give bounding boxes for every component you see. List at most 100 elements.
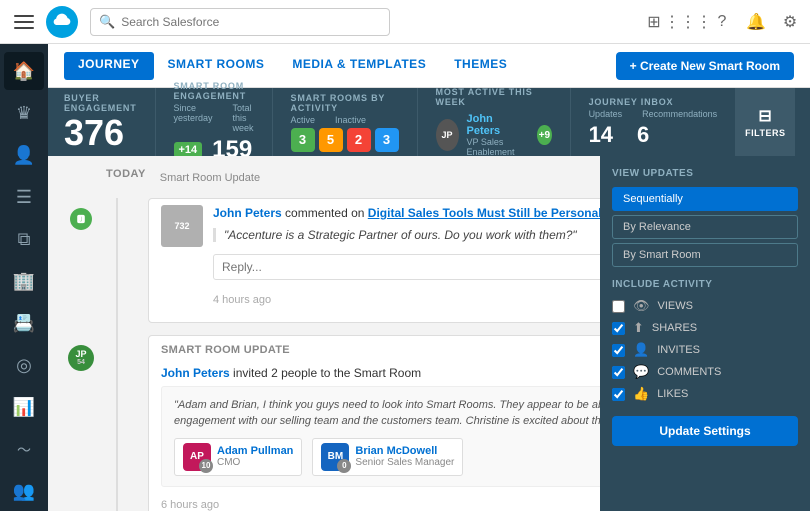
filter-panel: View Updates Sequentially By Relevance B… xyxy=(600,156,810,511)
person-name-1[interactable]: Adam Pullman xyxy=(217,445,293,457)
likes-label: LIKES xyxy=(657,388,688,400)
filter-row-invites: 👤 INVITES xyxy=(612,342,798,358)
shares-checkbox[interactable] xyxy=(612,322,625,335)
comments-label: COMMENTS xyxy=(657,366,721,378)
sidebar-item-building[interactable]: 🏢 xyxy=(4,262,44,300)
person-info-1: Adam Pullman CMO xyxy=(217,445,293,468)
author-link[interactable]: John Peters xyxy=(213,206,282,220)
sidebar-item-person[interactable]: 👤 xyxy=(4,136,44,174)
tab-media-templates[interactable]: MEDIA & TEMPLATES xyxy=(278,44,440,88)
sidebar-item-target[interactable]: ◎ xyxy=(4,347,44,385)
invites-label: INVITES xyxy=(657,344,700,356)
create-smart-room-button[interactable]: + Create New Smart Room xyxy=(616,52,794,80)
most-active-stat: MOST ACTIVE THIS WEEK JP John Peters VP … xyxy=(418,88,571,156)
sidebar-item-people[interactable]: 👥 xyxy=(4,473,44,511)
sidebar-item-contacts[interactable]: 📇 xyxy=(4,305,44,343)
shares-label: SHARES xyxy=(652,322,697,334)
invites-checkbox[interactable] xyxy=(612,344,625,357)
active-label: Active xyxy=(291,115,316,125)
person-badge-1: AP 10 Adam Pullman CMO xyxy=(174,438,302,476)
activity-label: SMART ROOMS BY ACTIVITY xyxy=(291,93,399,113)
salesforce-logo xyxy=(46,6,78,38)
bell-icon[interactable]: 🔔 xyxy=(746,12,766,32)
doc-link[interactable]: Digital Sales Tools Must Still be Person… xyxy=(368,206,602,220)
apps-icon[interactable]: ⋮⋮⋮ xyxy=(678,12,698,32)
buyer-engagement-label: BUYER ENGAGEMENT xyxy=(64,93,137,113)
smart-room-since-label: Since yesterday xyxy=(174,103,213,133)
person-num-1: 10 xyxy=(199,459,213,473)
badge-blue: 3 xyxy=(375,128,399,152)
likes-checkbox[interactable] xyxy=(612,388,625,401)
updates-count: 14 xyxy=(589,122,613,148)
sidebar-item-pulse[interactable]: 〜 xyxy=(4,431,44,469)
inactive-label: Inactive xyxy=(335,115,366,125)
likes-icon: 👍 xyxy=(633,386,649,402)
journey-inbox-label: JOURNEY INBOX xyxy=(589,97,718,107)
buyer-engagement-value: 376 xyxy=(64,115,137,151)
nav-icons: ⊞ ⋮⋮⋮ ? 🔔 ⚙ xyxy=(644,12,800,32)
tab-journey[interactable]: JOURNEY xyxy=(64,52,154,80)
person-name-2[interactable]: Brian McDowell xyxy=(355,445,454,457)
view-option-sequentially[interactable]: Sequentially xyxy=(612,187,798,211)
hamburger-menu[interactable] xyxy=(10,8,38,36)
filter-row-comments: 💬 COMMENTS xyxy=(612,364,798,380)
invite-author-link[interactable]: John Peters xyxy=(161,366,230,380)
person-badge-2: BM 0 Brian McDowell Senior Sales Manager xyxy=(312,438,463,476)
badge-red: 2 xyxy=(347,128,371,152)
settings-icon[interactable]: ⚙ xyxy=(780,12,800,32)
timeline-dot-comment: 🅹 xyxy=(70,208,92,230)
secondary-navigation: JOURNEY SMART ROOMS MEDIA & TEMPLATES TH… xyxy=(48,44,810,88)
help-icon[interactable]: ? xyxy=(712,12,732,32)
filters-button[interactable]: ⊟ FILTERS xyxy=(735,88,795,156)
filter-row-likes: 👍 LIKES xyxy=(612,386,798,402)
smart-rooms-activity-stat: SMART ROOMS BY ACTIVITY Active Inactive … xyxy=(273,88,418,156)
views-icon: 👁 xyxy=(633,298,650,314)
update-settings-button[interactable]: Update Settings xyxy=(612,416,798,446)
views-checkbox[interactable] xyxy=(612,300,625,313)
top-navigation: 🔍 ⊞ ⋮⋮⋮ ? 🔔 ⚙ xyxy=(0,0,810,44)
view-options: Sequentially By Relevance By Smart Room xyxy=(612,187,798,267)
views-label: VIEWS xyxy=(658,300,693,312)
sidebar-item-crown[interactable]: ♛ xyxy=(4,94,44,132)
timeline-dot-invite: JP 54 xyxy=(68,345,94,371)
recommendations-label: Recommendations xyxy=(642,109,717,119)
sidebar-item-barchart[interactable]: 📊 xyxy=(4,389,44,427)
updates-label: Updates xyxy=(589,109,623,119)
view-option-smart-room[interactable]: By Smart Room xyxy=(612,243,798,267)
person-info-2: Brian McDowell Senior Sales Manager xyxy=(355,445,454,468)
most-active-title: VP Sales Enablement xyxy=(467,137,530,157)
filter-row-shares: ⬆ SHARES xyxy=(612,320,798,336)
search-icon: 🔍 xyxy=(99,14,115,30)
john-peters-photo: 732 xyxy=(161,205,203,247)
badge-orange: 5 xyxy=(319,128,343,152)
badge-green: 3 xyxy=(291,128,315,152)
section-title: Smart Room Update xyxy=(160,172,260,184)
invites-icon: 👤 xyxy=(633,342,649,358)
person-title-2: Senior Sales Manager xyxy=(355,457,454,468)
tab-themes[interactable]: THEMES xyxy=(440,44,521,88)
shares-icon: ⬆ xyxy=(633,320,644,336)
search-bar[interactable]: 🔍 xyxy=(90,8,390,36)
stats-bar: BUYER ENGAGEMENT 376 SMART ROOM ENGAGEME… xyxy=(48,88,810,156)
smart-room-engagement-label: SMART ROOM ENGAGEMENT xyxy=(174,81,254,101)
sidebar-item-copy[interactable]: ⧉ xyxy=(4,220,44,258)
sidebar-item-home[interactable]: 🏠 xyxy=(4,52,44,90)
view-option-relevance[interactable]: By Relevance xyxy=(612,215,798,239)
include-activity-title: Include activity xyxy=(612,279,798,290)
journey-inbox-stat: JOURNEY INBOX Updates Recommendations 14… xyxy=(571,88,736,156)
person-avatar-1: AP 10 xyxy=(183,443,211,471)
sidebar-item-list[interactable]: ☰ xyxy=(4,178,44,216)
most-active-avatar: JP xyxy=(436,119,459,151)
recommendations-count: 6 xyxy=(637,122,649,148)
most-active-name: John Peters xyxy=(467,113,530,137)
filter-row-views: 👁 VIEWS xyxy=(612,298,798,314)
buyer-engagement-stat: BUYER ENGAGEMENT 376 xyxy=(64,88,156,156)
grid-icon[interactable]: ⊞ xyxy=(644,12,664,32)
time-ago: 4 hours ago xyxy=(213,294,271,306)
person-num-2: 0 xyxy=(337,459,351,473)
smart-room-engagement-stat: SMART ROOM ENGAGEMENT Since yesterday To… xyxy=(156,88,273,156)
person-title-1: CMO xyxy=(217,457,293,468)
search-input[interactable] xyxy=(121,15,381,29)
day-label: TODAY xyxy=(106,168,146,180)
comments-checkbox[interactable] xyxy=(612,366,625,379)
